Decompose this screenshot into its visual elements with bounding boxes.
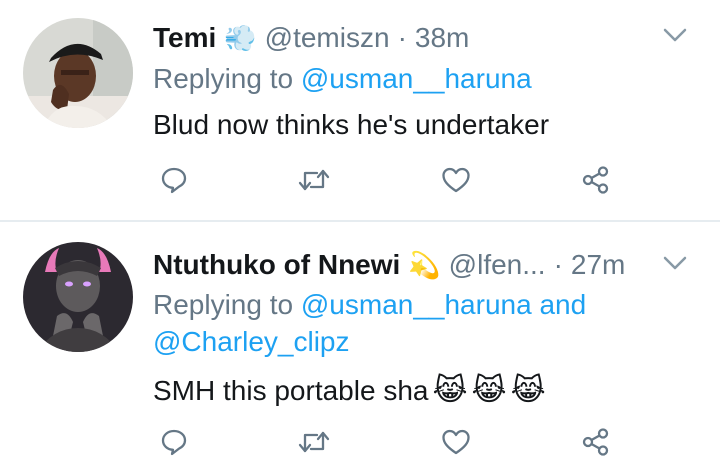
display-name[interactable]: Temi bbox=[153, 22, 216, 54]
tweet-header: Ntuthuko of Nnewi 💫 @lfen... · 27m bbox=[153, 247, 625, 283]
cat-tears-of-joy-emoji-icon: 😹 bbox=[471, 373, 507, 407]
reply-button[interactable] bbox=[156, 424, 192, 460]
reply-icon bbox=[161, 167, 187, 194]
reply-button[interactable] bbox=[156, 162, 192, 198]
tweet-card[interactable]: Temi 💨 @temiszn · 38m Replying to @usman… bbox=[0, 0, 720, 221]
action-bar bbox=[156, 162, 636, 198]
mention-link[interactable]: @Charley_clipz bbox=[153, 326, 350, 357]
avatar[interactable] bbox=[23, 18, 133, 128]
avatar[interactable] bbox=[23, 242, 133, 352]
timestamp[interactable]: 27m bbox=[571, 249, 625, 281]
retweet-button[interactable] bbox=[296, 424, 332, 460]
chevron-down-icon[interactable] bbox=[662, 254, 688, 272]
cat-tears-of-joy-emoji-icon: 😹 bbox=[432, 373, 468, 407]
replying-joiner: and bbox=[539, 289, 587, 320]
separator-dot: · bbox=[553, 249, 563, 280]
tweet-card[interactable]: Ntuthuko of Nnewi 💫 @lfen... · 27m Reply… bbox=[0, 222, 720, 470]
retweet-icon bbox=[298, 169, 330, 191]
dash-cloud-emoji-icon: 💨 bbox=[224, 23, 257, 53]
share-icon bbox=[582, 428, 609, 456]
action-bar bbox=[156, 424, 636, 460]
tweet-header: Temi 💨 @temiszn · 38m bbox=[153, 20, 469, 56]
replying-prefix: Replying to bbox=[153, 63, 294, 94]
like-button[interactable] bbox=[438, 162, 474, 198]
username-handle[interactable]: @temiszn bbox=[265, 22, 390, 54]
share-button[interactable] bbox=[578, 424, 614, 460]
replying-to: Replying to @usman__haruna and @Charley_… bbox=[153, 286, 693, 360]
like-button[interactable] bbox=[438, 424, 474, 460]
mention-link[interactable]: @usman__haruna bbox=[301, 289, 532, 320]
timestamp[interactable]: 38m bbox=[415, 22, 469, 54]
dizzy-emoji-icon: 💫 bbox=[408, 250, 441, 280]
share-icon bbox=[582, 166, 609, 194]
like-icon bbox=[442, 429, 470, 455]
display-name[interactable]: Ntuthuko of Nnewi bbox=[153, 249, 400, 281]
retweet-icon bbox=[298, 431, 330, 453]
like-icon bbox=[442, 167, 470, 193]
reply-icon bbox=[161, 429, 187, 456]
retweet-button[interactable] bbox=[296, 162, 332, 198]
tweet-text: Blud now thinks he's undertaker bbox=[153, 109, 550, 140]
tweet-text: SMH this portable sha bbox=[153, 375, 429, 406]
replying-to: Replying to @usman__haruna bbox=[153, 60, 532, 97]
mention-link[interactable]: @usman__haruna bbox=[301, 63, 532, 94]
tweet-text-row: SMH this portable sha 😹 😹 😹 bbox=[153, 372, 546, 409]
separator-dot: · bbox=[397, 22, 407, 53]
cat-tears-of-joy-emoji-icon: 😹 bbox=[510, 373, 546, 407]
username-handle[interactable]: @lfen... bbox=[449, 249, 546, 281]
replying-prefix: Replying to bbox=[153, 289, 294, 320]
share-button[interactable] bbox=[578, 162, 614, 198]
chevron-down-icon[interactable] bbox=[662, 26, 688, 44]
